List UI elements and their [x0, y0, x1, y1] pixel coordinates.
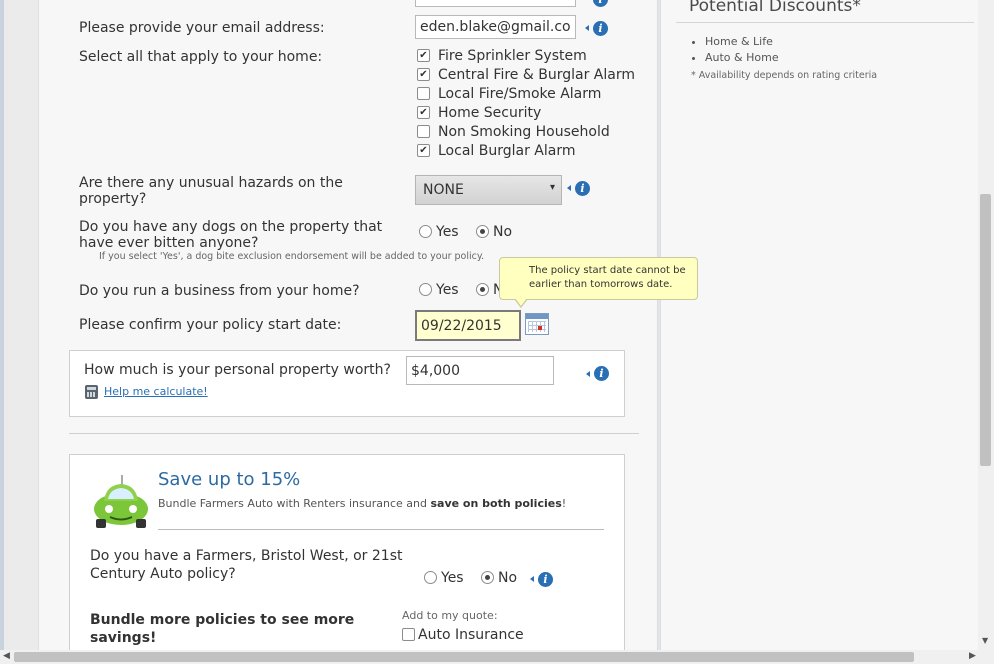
- add-to-quote-label: Add to my quote:: [402, 609, 498, 622]
- section-divider: [69, 433, 639, 434]
- tooltip-tail-inner: [515, 298, 527, 306]
- info-icon[interactable]: i: [594, 366, 609, 381]
- email-field[interactable]: [415, 15, 576, 39]
- promo-subtitle: Bundle Farmers Auto with Renters insuran…: [158, 497, 566, 510]
- calculator-icon: [85, 385, 98, 399]
- auto-no-label: No: [498, 570, 518, 586]
- car-icon: [94, 475, 148, 528]
- calendar-icon[interactable]: [525, 313, 549, 335]
- discount-item: Auto & Home: [705, 51, 779, 64]
- info-pointer: [530, 576, 534, 582]
- previous-field-input[interactable]: [415, 0, 576, 7]
- business-yes-label: Yes: [436, 282, 459, 298]
- start-date-label: Please confirm your policy start date:: [79, 317, 342, 333]
- scroll-left-arrow-icon[interactable]: ◀: [3, 651, 10, 661]
- sidebar-divider: [676, 22, 974, 23]
- checkbox[interactable]: [417, 87, 430, 100]
- calendar-icon-header: [526, 314, 548, 319]
- vertical-scrollbar[interactable]: ▼: [978, 0, 994, 650]
- discount-item: Home & Life: [705, 35, 779, 48]
- dogs-no-radio[interactable]: [476, 225, 489, 238]
- checkbox-label: Local Fire/Smoke Alarm: [438, 86, 602, 102]
- auto-yes-radio[interactable]: [424, 571, 437, 584]
- info-pointer: [567, 185, 571, 191]
- hazards-selected-value: NONE: [423, 182, 464, 198]
- scroll-right-arrow-icon[interactable]: ▶: [969, 651, 976, 661]
- scroll-down-arrow-icon[interactable]: ▼: [982, 636, 988, 645]
- checkbox[interactable]: ✔: [417, 144, 430, 157]
- checkbox-label: Central Fire & Burglar Alarm: [438, 67, 635, 83]
- checkbox[interactable]: [402, 628, 415, 641]
- checkbox-label: Auto Insurance: [418, 627, 524, 643]
- info-icon[interactable]: i: [538, 572, 553, 587]
- availability-note: * Availability depends on rating criteri…: [691, 70, 878, 81]
- checkbox[interactable]: ✔: [417, 49, 430, 62]
- promo-subtitle-end: !: [561, 497, 567, 510]
- checkbox[interactable]: ✔: [417, 68, 430, 81]
- discount-list: Home & Life Auto & Home: [690, 35, 779, 67]
- sidebar-title: Potential Discounts*: [689, 0, 861, 16]
- property-value-label: How much is your personal property worth…: [84, 362, 391, 378]
- chevron-down-icon: ▾: [549, 182, 555, 193]
- tooltip-text: The policy start date cannot be earlier …: [529, 265, 686, 290]
- business-yes-radio[interactable]: [419, 283, 432, 296]
- promo-subtitle-bold: save on both policies: [430, 497, 562, 510]
- date-error-tooltip: The policy start date cannot be earlier …: [499, 257, 698, 308]
- dogs-yes-radio[interactable]: [419, 225, 432, 238]
- checkbox-label: Non Smoking Household: [438, 124, 610, 140]
- dogs-no-label: No: [493, 224, 513, 240]
- calendar-icon-mark: [538, 326, 542, 330]
- auto-yes-label: Yes: [441, 570, 464, 586]
- dogs-yes-label: Yes: [436, 224, 459, 240]
- business-label: Do you run a business from your home?: [79, 283, 360, 299]
- checkbox[interactable]: ✔: [417, 106, 430, 119]
- promo-divider: [158, 529, 604, 530]
- email-label: Please provide your email address:: [79, 20, 325, 36]
- horizontal-scroll-thumb[interactable]: [14, 652, 914, 662]
- info-icon[interactable]: i: [593, 21, 608, 36]
- calendar-icon-grid: [528, 321, 546, 332]
- info-pointer: [586, 371, 590, 377]
- checkbox-label: Local Burglar Alarm: [438, 143, 576, 159]
- bundle-label: Bundle more policies to see more savings…: [90, 612, 355, 646]
- policy-start-date-input[interactable]: [415, 310, 521, 341]
- info-pointer: [585, 25, 589, 31]
- vertical-scroll-thumb[interactable]: [980, 194, 991, 466]
- info-icon[interactable]: i: [575, 181, 590, 196]
- checkbox[interactable]: [417, 125, 430, 138]
- dogs-note: If you select 'Yes', a dog bite exclusio…: [99, 251, 485, 262]
- business-no-radio[interactable]: [476, 283, 489, 296]
- hazards-label: Are there any unusual hazards on the pro…: [79, 175, 343, 207]
- discount-sidebar: [660, 0, 979, 650]
- promo-title: Save up to 15%: [158, 469, 301, 490]
- home-features-label: Select all that apply to your home:: [79, 49, 323, 65]
- auto-no-radio[interactable]: [481, 571, 494, 584]
- checkbox-label: Fire Sprinkler System: [438, 48, 587, 64]
- property-value-input[interactable]: [406, 356, 554, 385]
- checkbox-label: Home Security: [438, 105, 542, 121]
- horizontal-scrollbar[interactable]: ◀ ▶: [0, 650, 994, 664]
- dogs-label: Do you have any dogs on the property tha…: [79, 219, 383, 251]
- hazards-select[interactable]: NONE ▾: [415, 175, 562, 205]
- auto-policy-label: Do you have a Farmers, Bristol West, or …: [90, 548, 403, 582]
- help-calculate-link[interactable]: Help me calculate!: [104, 385, 208, 398]
- promo-subtitle-text: Bundle Farmers Auto with Renters insuran…: [158, 497, 431, 510]
